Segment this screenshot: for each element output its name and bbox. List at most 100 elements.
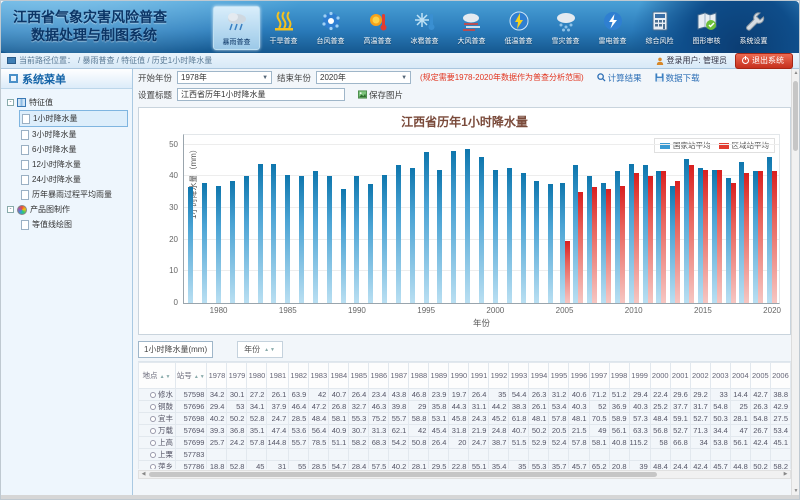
col-header-year-2006[interactable]: 2006 bbox=[770, 363, 790, 389]
col-header-year-1994[interactable]: 1994 bbox=[529, 363, 549, 389]
sidebar-item-24小时降水量[interactable]: 24小时降水量 bbox=[19, 172, 128, 187]
col-header-year-1980[interactable]: 1980 bbox=[247, 363, 267, 389]
end-year-select[interactable]: 2020年▼ bbox=[316, 71, 411, 84]
hscroll-thumb[interactable] bbox=[149, 472, 657, 477]
col-header-site[interactable]: 地点 ▲▼ bbox=[139, 363, 176, 389]
scroll-up-icon[interactable]: ▲ bbox=[792, 70, 800, 76]
sort-arrows-icon[interactable]: ▲▼ bbox=[194, 374, 206, 380]
table-row-修水[interactable]: 修水5759834.230.127.226.163.94240.726.423.… bbox=[139, 389, 791, 401]
scroll-right-icon[interactable]: ▶ bbox=[781, 471, 790, 478]
col-header-year-1988[interactable]: 1988 bbox=[409, 363, 429, 389]
tree-collapse-icon[interactable]: - bbox=[7, 99, 14, 106]
col-header-year-1983[interactable]: 1983 bbox=[309, 363, 329, 389]
toolbar-item-hail-thermometer[interactable]: 冰雹普查 bbox=[401, 6, 448, 50]
vertical-scrollbar[interactable]: ▲ ▼ bbox=[791, 69, 799, 495]
toolbar-item-wind-cloud[interactable]: 大风普查 bbox=[448, 6, 495, 50]
toolbar-item-lightning[interactable]: 雷电普查 bbox=[589, 6, 636, 50]
table-row-万载[interactable]: 万载5769439.336.835.147.453.656.440.930.73… bbox=[139, 425, 791, 437]
toolbar-item-map-audit[interactable]: 图形审核 bbox=[683, 6, 730, 50]
col-header-year-1978[interactable]: 1978 bbox=[207, 363, 227, 389]
y-tick-label: 10 bbox=[152, 266, 178, 275]
toolbar-item-rain-cloud[interactable]: 暴雨普查 bbox=[213, 6, 260, 50]
col-header-year-1981[interactable]: 1981 bbox=[267, 363, 289, 389]
logout-button[interactable]: 退出系统 bbox=[735, 53, 793, 69]
col-header-year-1996[interactable]: 1996 bbox=[569, 363, 589, 389]
col-header-year-2001[interactable]: 2001 bbox=[670, 363, 690, 389]
start-year-select[interactable]: 1978年▼ bbox=[177, 71, 272, 84]
download-button[interactable]: 数据下载 bbox=[655, 72, 700, 84]
table-row-上栗[interactable]: 上栗57783 bbox=[139, 449, 791, 461]
col-header-year-1999[interactable]: 1999 bbox=[629, 363, 650, 389]
site-name: 宜丰 bbox=[158, 414, 173, 423]
cell-铜鼓-1998: 36.9 bbox=[609, 401, 629, 413]
bar-regional-2005 bbox=[565, 241, 570, 303]
tree-group-products[interactable]: -产品图制作 bbox=[5, 202, 128, 217]
cell-宜丰-2003: 50.3 bbox=[710, 413, 730, 425]
col-header-year-2004[interactable]: 2004 bbox=[730, 363, 750, 389]
cell-宜丰-1989: 53.1 bbox=[429, 413, 449, 425]
col-header-year-2002[interactable]: 2002 bbox=[690, 363, 710, 389]
horizontal-scrollbar[interactable]: ◀ ▶ bbox=[138, 470, 791, 479]
col-header-year-1979[interactable]: 1979 bbox=[227, 363, 247, 389]
tree-collapse-icon[interactable]: - bbox=[7, 206, 14, 213]
cell-上栗-2001 bbox=[670, 449, 690, 461]
col-header-year-1984[interactable]: 1984 bbox=[329, 363, 349, 389]
toolbar-item-globe-bolt[interactable]: 低温普查 bbox=[495, 6, 542, 50]
row-radio[interactable] bbox=[150, 452, 156, 458]
year-sort-dropdown[interactable]: 年份 ▲▼ bbox=[237, 341, 283, 358]
sidebar-item-历年暴雨过程平均雨量[interactable]: 历年暴雨过程平均雨量 bbox=[19, 187, 128, 202]
cell-上栗-2000 bbox=[650, 449, 670, 461]
tree-group-features[interactable]: -特征值 bbox=[5, 95, 128, 110]
col-header-year-1995[interactable]: 1995 bbox=[549, 363, 569, 389]
col-header-year-1991[interactable]: 1991 bbox=[469, 363, 489, 389]
calculate-button[interactable]: 计算结果 bbox=[597, 72, 642, 84]
col-header-year-2005[interactable]: 2005 bbox=[750, 363, 770, 389]
sidebar-item-3小时降水量[interactable]: 3小时降水量 bbox=[19, 127, 128, 142]
col-header-year-1987[interactable]: 1987 bbox=[389, 363, 409, 389]
bar-national-2000 bbox=[493, 170, 498, 303]
legend-national: 国家站平均 bbox=[660, 140, 711, 151]
sidebar-item-12小时降水量[interactable]: 12小时降水量 bbox=[19, 157, 128, 172]
table-row-上高[interactable]: 上高5769925.724.257.8144.855.778.551.158.2… bbox=[139, 437, 791, 449]
vscroll-thumb[interactable] bbox=[793, 81, 798, 151]
chart-title-input[interactable]: 江西省历年1小时降水量 bbox=[177, 88, 345, 101]
col-header-station[interactable]: 站号 ▲▼ bbox=[176, 363, 207, 389]
sort-arrows-icon[interactable]: ▲▼ bbox=[160, 374, 172, 380]
table-row-宜丰[interactable]: 宜丰5769840.250.252.824.728.548.458.155.37… bbox=[139, 413, 791, 425]
scroll-down-icon[interactable]: ▼ bbox=[792, 488, 800, 494]
toolbar-item-snow-cloud[interactable]: 雪灾普查 bbox=[542, 6, 589, 50]
save-image-button[interactable]: 保存图片 bbox=[358, 89, 403, 101]
toolbar-item-calculator[interactable]: 综合风险 bbox=[636, 6, 683, 50]
toolbar-item-wrench[interactable]: 系统设置 bbox=[730, 6, 777, 50]
cell-萍乡-1996: 45.7 bbox=[569, 461, 589, 470]
sidebar-item-等值线绘图[interactable]: 等值线绘图 bbox=[19, 217, 128, 232]
row-radio[interactable] bbox=[150, 440, 156, 446]
cell-铜鼓-1979: 53 bbox=[227, 401, 247, 413]
col-header-year-1998[interactable]: 1998 bbox=[609, 363, 629, 389]
scroll-left-icon[interactable]: ◀ bbox=[139, 471, 148, 478]
row-radio[interactable] bbox=[150, 464, 156, 469]
toolbar-item-heat-waves[interactable]: 干旱普查 bbox=[260, 6, 307, 50]
col-header-year-1982[interactable]: 1982 bbox=[289, 363, 309, 389]
toolbar-item-typhoon[interactable]: 台风普查 bbox=[307, 6, 354, 50]
cell-修水-1983: 42 bbox=[309, 389, 329, 401]
row-radio[interactable] bbox=[150, 416, 156, 422]
row-radio[interactable] bbox=[150, 392, 156, 398]
row-radio[interactable] bbox=[150, 404, 156, 410]
col-header-year-1992[interactable]: 1992 bbox=[489, 363, 509, 389]
row-radio[interactable] bbox=[150, 428, 156, 434]
sidebar-item-1小时降水量[interactable]: 1小时降水量 bbox=[19, 110, 128, 127]
table-row-铜鼓[interactable]: 铜鼓5769629.45334.137.946.447.226.832.746.… bbox=[139, 401, 791, 413]
col-header-year-2003[interactable]: 2003 bbox=[710, 363, 730, 389]
col-header-year-1986[interactable]: 1986 bbox=[369, 363, 389, 389]
col-header-year-1989[interactable]: 1989 bbox=[429, 363, 449, 389]
table-row-萍乡[interactable]: 萍乡5778618.852.845315528.554.728.457.540.… bbox=[139, 461, 791, 470]
col-header-year-1997[interactable]: 1997 bbox=[589, 363, 609, 389]
cell-上栗-2002 bbox=[690, 449, 710, 461]
sidebar-item-6小时降水量[interactable]: 6小时降水量 bbox=[19, 142, 128, 157]
col-header-year-2000[interactable]: 2000 bbox=[650, 363, 670, 389]
col-header-year-1993[interactable]: 1993 bbox=[509, 363, 529, 389]
toolbar-item-sun-thermometer[interactable]: 高温普查 bbox=[354, 6, 401, 50]
col-header-year-1990[interactable]: 1990 bbox=[449, 363, 469, 389]
col-header-year-1985[interactable]: 1985 bbox=[349, 363, 369, 389]
